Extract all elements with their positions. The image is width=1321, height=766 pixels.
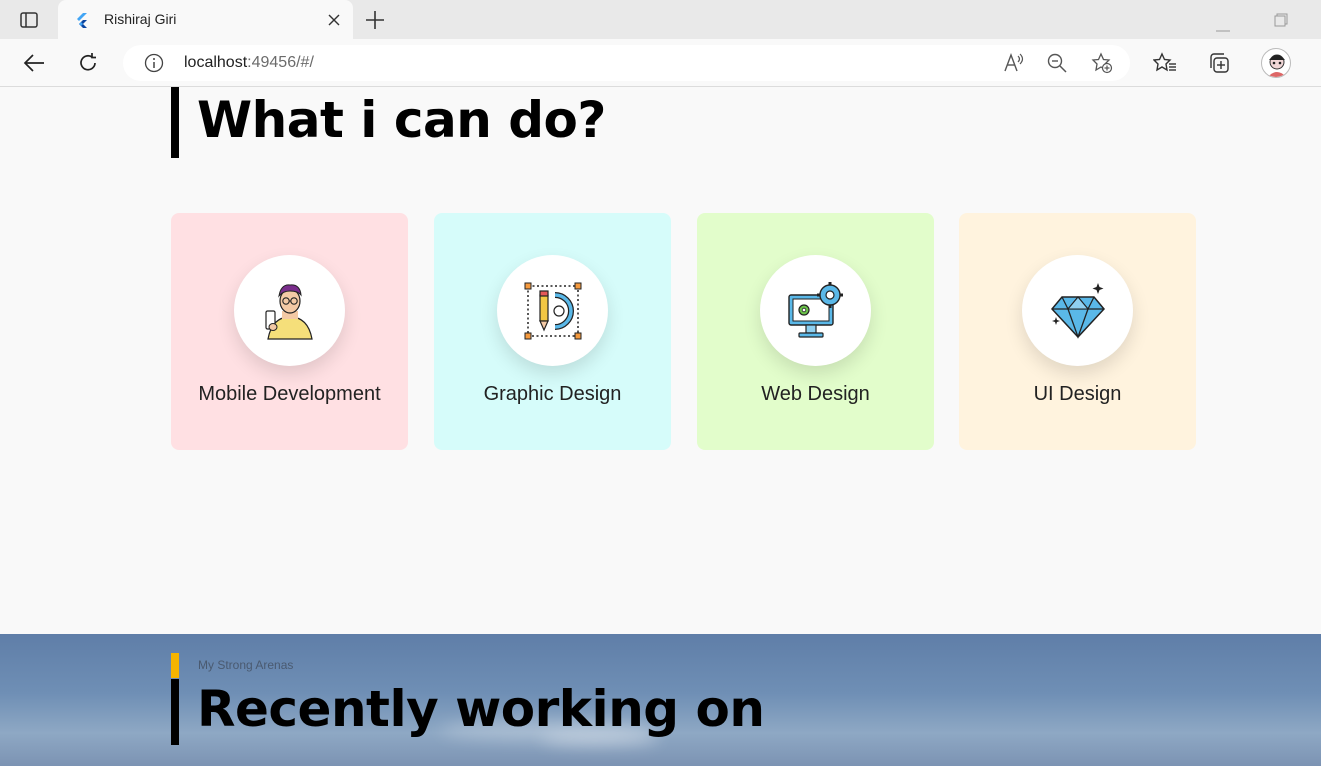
service-icon-circle — [1022, 255, 1133, 366]
person-with-phone-icon — [264, 283, 313, 340]
plus-icon — [366, 11, 384, 29]
favorites-button[interactable] — [1151, 49, 1179, 77]
recent-section: My Strong Arenas Recently working on — [0, 634, 1321, 766]
refresh-icon — [80, 53, 96, 71]
browser-tab[interactable]: Rishiraj Giri — [58, 0, 353, 39]
recent-heading: Recently working on — [197, 680, 765, 738]
zoom-out-icon[interactable] — [1046, 52, 1068, 74]
tab-title: Rishiraj Giri — [104, 11, 177, 27]
url-text[interactable]: localhost:49456/#/ — [184, 54, 314, 72]
close-icon[interactable] — [326, 12, 342, 28]
kicker-accent-bar — [171, 653, 179, 678]
heading-accent-bar — [171, 679, 179, 745]
service-label: Graphic Design — [483, 383, 622, 405]
services-heading: What i can do? — [197, 91, 606, 149]
monitor-gears-icon — [787, 281, 843, 338]
info-icon[interactable] — [144, 53, 164, 73]
url-host: localhost — [184, 54, 248, 71]
page-viewport: What i can do? Mobile Development Graphi… — [0, 87, 1321, 766]
service-card-mobile-development[interactable]: Mobile Development — [171, 213, 408, 450]
profile-avatar-icon[interactable] — [1261, 48, 1291, 78]
service-card-web-design[interactable]: Web Design — [697, 213, 934, 450]
browser-toolbar: localhost:49456/#/ — [0, 39, 1321, 87]
address-bar[interactable]: localhost:49456/#/ — [123, 45, 1130, 81]
browser-tab-bar: Rishiraj Giri — [0, 0, 1321, 39]
service-icon-circle — [760, 255, 871, 366]
service-card-graphic-design[interactable]: Graphic Design — [434, 213, 671, 450]
diamond-icon — [1050, 282, 1105, 339]
favorites-icon — [1153, 52, 1176, 72]
url-path: :49456/#/ — [247, 54, 314, 71]
section-kicker: My Strong Arenas — [198, 658, 294, 672]
collections-button[interactable] — [1205, 49, 1233, 77]
collections-icon — [1210, 53, 1229, 73]
pencil-gear-icon — [524, 282, 581, 339]
service-icon-circle — [497, 255, 608, 366]
refresh-button[interactable] — [74, 49, 102, 77]
add-favorite-icon[interactable] — [1091, 52, 1113, 74]
minimize-icon[interactable] — [1216, 19, 1230, 32]
service-card-ui-design[interactable]: UI Design — [959, 213, 1196, 450]
service-label: UI Design — [1033, 383, 1122, 405]
back-button[interactable] — [20, 49, 48, 77]
service-label: Web Design — [761, 383, 870, 405]
heading-accent-bar — [171, 87, 179, 158]
restore-icon[interactable] — [1274, 13, 1288, 27]
back-arrow-icon — [23, 54, 44, 72]
service-label: Mobile Development — [198, 383, 381, 405]
service-icon-circle — [234, 255, 345, 366]
new-tab-button[interactable] — [364, 9, 386, 31]
tab-actions-icon[interactable] — [12, 8, 46, 32]
read-aloud-icon[interactable] — [1003, 52, 1025, 74]
flutter-favicon-icon — [74, 12, 90, 28]
